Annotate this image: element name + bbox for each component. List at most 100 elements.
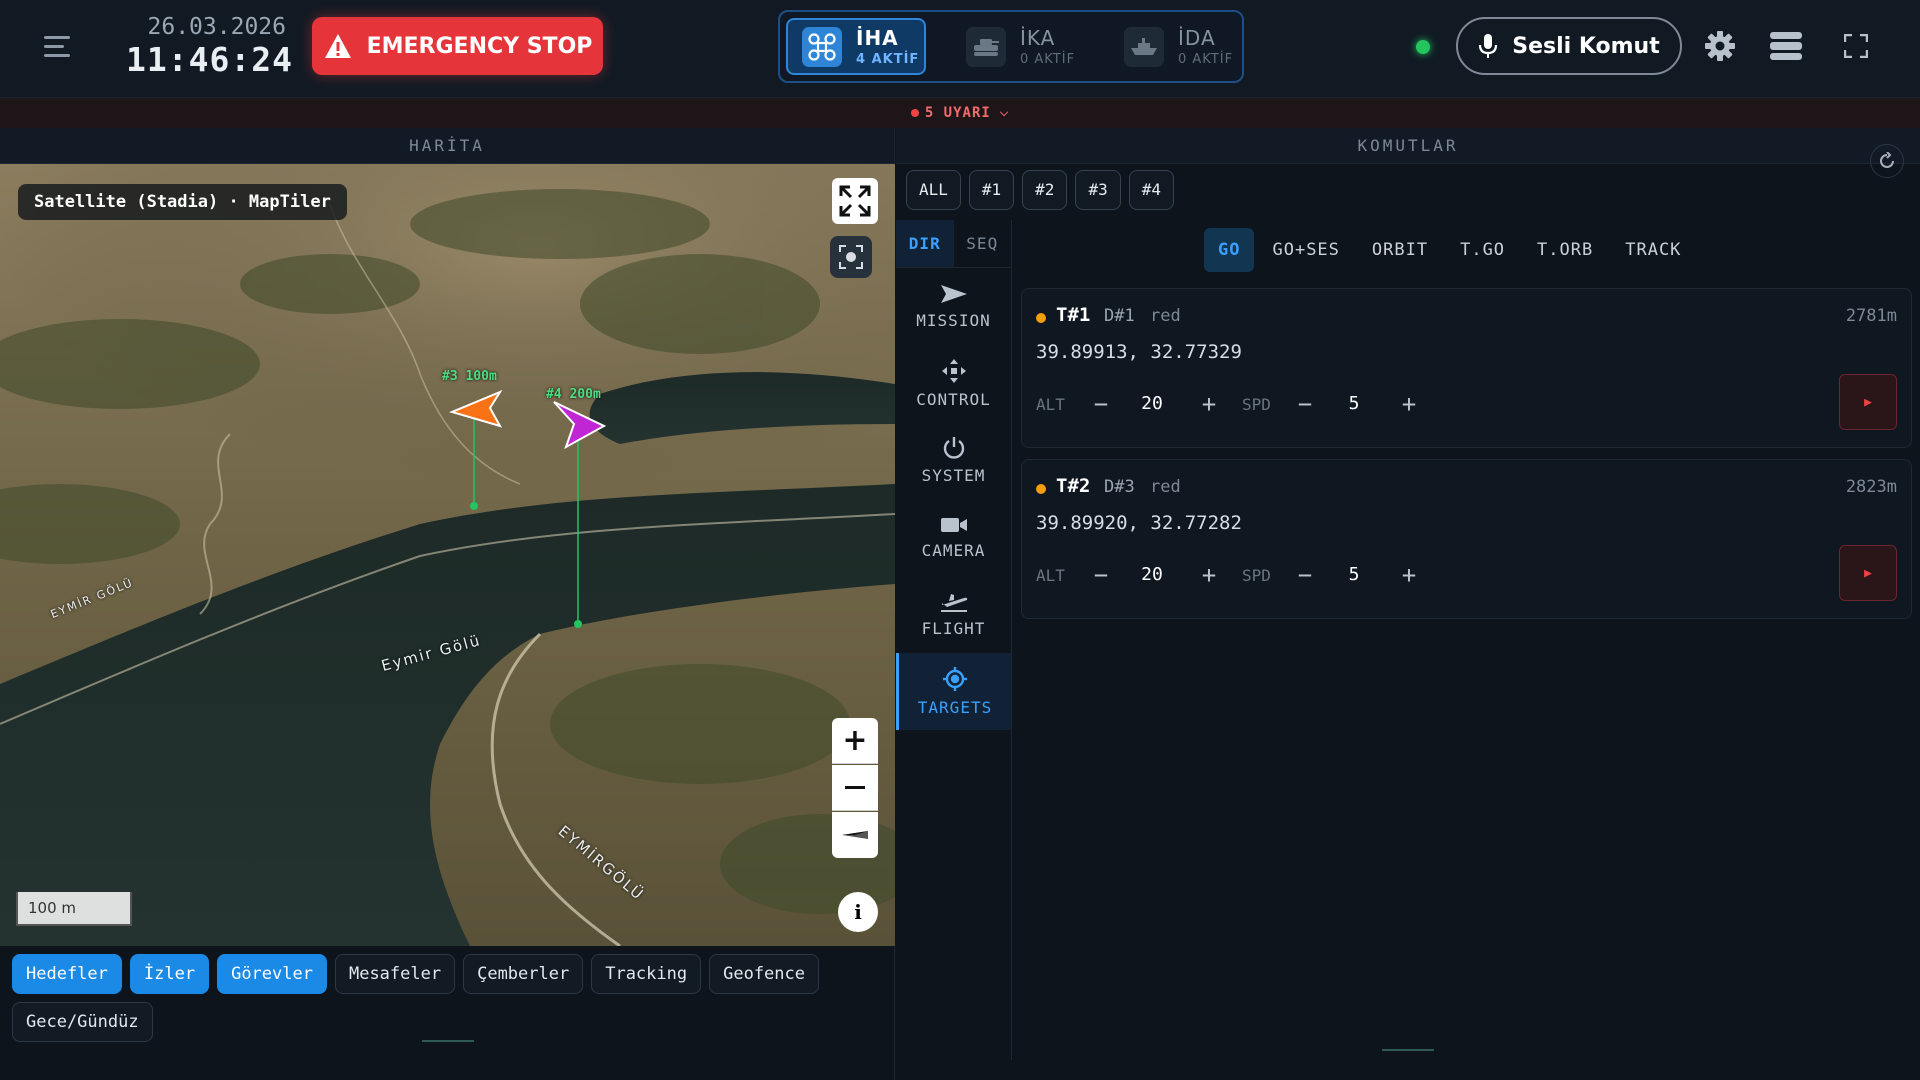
voice-command-label: Sesli Komut bbox=[1512, 33, 1660, 59]
nav-item-label: CAMERA bbox=[921, 541, 986, 560]
drone-selector: ALL #1 #2 #3 #4 bbox=[906, 170, 1174, 210]
info-icon[interactable]: i bbox=[838, 892, 878, 932]
select-all-button[interactable]: ALL bbox=[906, 170, 961, 210]
refresh-icon[interactable] bbox=[1870, 144, 1904, 178]
layer-toggle-izler[interactable]: İzler bbox=[129, 954, 210, 994]
target-drone: D#1 bbox=[1104, 306, 1135, 326]
tab-seq[interactable]: SEQ bbox=[954, 220, 1012, 267]
chevron-down-icon: ⌵ bbox=[999, 106, 1010, 119]
altitude-decrease-button[interactable]: − bbox=[1086, 387, 1116, 421]
speed-decrease-button[interactable]: − bbox=[1290, 558, 1320, 592]
alerts-toggle[interactable]: 5 UYARI ⌵ bbox=[0, 98, 1920, 128]
mode-tabs: DIR SEQ bbox=[896, 220, 1011, 268]
tab-t-go[interactable]: T.GO bbox=[1446, 228, 1519, 272]
speed-value: 5 bbox=[1348, 393, 1360, 414]
resize-handle[interactable] bbox=[422, 1040, 474, 1042]
voice-command-button[interactable]: Sesli Komut bbox=[1456, 17, 1682, 75]
altitude-increase-button[interactable]: + bbox=[1194, 387, 1224, 421]
tab-go[interactable]: GO bbox=[1204, 228, 1255, 272]
target-status-dot bbox=[1036, 313, 1046, 323]
command-type-tabs: GO GO+SES ORBIT T.GO T.ORB TRACK bbox=[1204, 228, 1695, 272]
target-coordinates: 39.89920, 32.77282 bbox=[1036, 512, 1242, 534]
target-distance: 2823m bbox=[1845, 477, 1897, 497]
tab-go-ses[interactable]: GO+SES bbox=[1258, 228, 1353, 272]
select-drone-2-button[interactable]: #2 bbox=[1022, 170, 1068, 210]
tab-dir[interactable]: DIR bbox=[896, 220, 954, 267]
map-panel-title: HARİTA bbox=[0, 128, 894, 164]
nav-item-label: MISSION bbox=[916, 311, 991, 330]
expand-map-icon[interactable] bbox=[832, 178, 878, 224]
zoom-in-button[interactable]: + bbox=[832, 718, 878, 764]
menu-icon[interactable] bbox=[42, 32, 72, 62]
layer-toggle-hedefler[interactable]: Hedefler bbox=[12, 954, 122, 994]
drone-icon bbox=[802, 26, 842, 67]
boat-icon bbox=[1124, 26, 1164, 67]
layer-toggle-geofence[interactable]: Geofence bbox=[709, 954, 819, 994]
nav-item-system[interactable]: SYSTEM bbox=[896, 422, 1011, 499]
nav-item-mission[interactable]: MISSION bbox=[896, 268, 1011, 345]
vehicle-tab-ika[interactable]: İKA 0 AKTİF bbox=[952, 18, 1092, 75]
select-drone-3-button[interactable]: #3 bbox=[1075, 170, 1121, 210]
connection-status-indicator bbox=[1416, 40, 1430, 54]
nav-item-targets[interactable]: TARGETS bbox=[896, 653, 1011, 730]
target-id: T#2 bbox=[1056, 475, 1091, 497]
vehicle-tab-iha[interactable]: İHA 4 AKTİF bbox=[786, 18, 926, 75]
server-icon[interactable] bbox=[1768, 28, 1804, 64]
map-terrain bbox=[0, 164, 895, 946]
layer-toggle-mesafeler[interactable]: Mesafeler bbox=[334, 954, 456, 994]
map-panel: HARİTA #3 100m #4 200m Eymir Gölü EYMİR … bbox=[0, 128, 895, 1080]
tab-t-orb[interactable]: T.ORB bbox=[1523, 228, 1607, 272]
tab-orbit[interactable]: ORBIT bbox=[1358, 228, 1442, 272]
clock-display: 11:46:24 bbox=[126, 40, 293, 79]
target-distance: 2781m bbox=[1845, 306, 1897, 326]
gear-icon[interactable] bbox=[1702, 28, 1738, 64]
drone-3-ground-marker bbox=[470, 502, 478, 510]
compass-icon[interactable] bbox=[832, 812, 878, 858]
altitude-value: 20 bbox=[1141, 393, 1163, 414]
center-focus-icon[interactable] bbox=[830, 236, 872, 278]
altitude-value: 20 bbox=[1141, 564, 1163, 585]
tank-icon bbox=[966, 26, 1006, 67]
nav-item-flight[interactable]: FLIGHT bbox=[896, 576, 1011, 653]
altitude-decrease-button[interactable]: − bbox=[1086, 558, 1116, 592]
select-drone-1-button[interactable]: #1 bbox=[968, 170, 1015, 210]
target-id: T#1 bbox=[1056, 304, 1091, 326]
play-icon: ▶ bbox=[1864, 565, 1872, 581]
send-target-button[interactable]: ▶ bbox=[1839, 545, 1897, 601]
speed-increase-button[interactable]: + bbox=[1394, 387, 1424, 421]
layer-toggle-gece-gunduz[interactable]: Gece/Gündüz bbox=[12, 1002, 153, 1042]
map-scale-bar: 100 m bbox=[16, 892, 132, 926]
target-color: red bbox=[1150, 306, 1181, 326]
speed-increase-button[interactable]: + bbox=[1394, 558, 1424, 592]
send-target-button[interactable]: ▶ bbox=[1839, 374, 1897, 430]
vehicle-status: 0 AKTİF bbox=[1178, 52, 1234, 67]
speed-decrease-button[interactable]: − bbox=[1290, 387, 1320, 421]
target-coordinates: 39.89913, 32.77329 bbox=[1036, 341, 1242, 363]
speed-label: SPD bbox=[1242, 566, 1271, 585]
layer-toggle-cemberler[interactable]: Çemberler bbox=[463, 954, 584, 994]
zoom-out-button[interactable] bbox=[832, 765, 878, 811]
nav-item-camera[interactable]: CAMERA bbox=[896, 499, 1011, 576]
layer-toggle-tracking[interactable]: Tracking bbox=[591, 954, 702, 994]
tab-track[interactable]: TRACK bbox=[1611, 228, 1695, 272]
layer-toggle-gorevler[interactable]: Görevler bbox=[217, 954, 327, 994]
send-icon bbox=[940, 285, 967, 303]
vehicle-status: 0 AKTİF bbox=[1020, 52, 1076, 67]
vehicle-name: İHA bbox=[856, 26, 899, 50]
move-icon bbox=[941, 359, 966, 383]
resize-handle[interactable] bbox=[1382, 1049, 1434, 1051]
power-icon bbox=[943, 437, 964, 459]
altitude-increase-button[interactable]: + bbox=[1194, 558, 1224, 592]
select-drone-4-button[interactable]: #4 bbox=[1128, 170, 1174, 210]
commands-panel: KOMUTLAR ALL #1 #2 #3 #4 DIR SEQ MISSION… bbox=[896, 128, 1920, 1080]
commands-panel-title: KOMUTLAR bbox=[896, 128, 1920, 164]
target-card: T#1 D#1 red 2781m 39.89913, 32.77329 ALT… bbox=[1021, 288, 1912, 448]
warning-icon bbox=[324, 34, 351, 58]
vehicle-tab-ida[interactable]: İDA 0 AKTİF bbox=[1110, 18, 1240, 75]
nav-item-label: TARGETS bbox=[917, 698, 993, 717]
satellite-map[interactable]: #3 100m #4 200m Eymir Gölü EYMİR GÖLÜ EY… bbox=[0, 164, 895, 946]
nav-item-label: CONTROL bbox=[916, 390, 991, 409]
emergency-stop-button[interactable]: EMERGENCY STOP bbox=[312, 17, 603, 75]
fullscreen-icon[interactable] bbox=[1838, 28, 1874, 64]
nav-item-control[interactable]: CONTROL bbox=[896, 345, 1011, 422]
